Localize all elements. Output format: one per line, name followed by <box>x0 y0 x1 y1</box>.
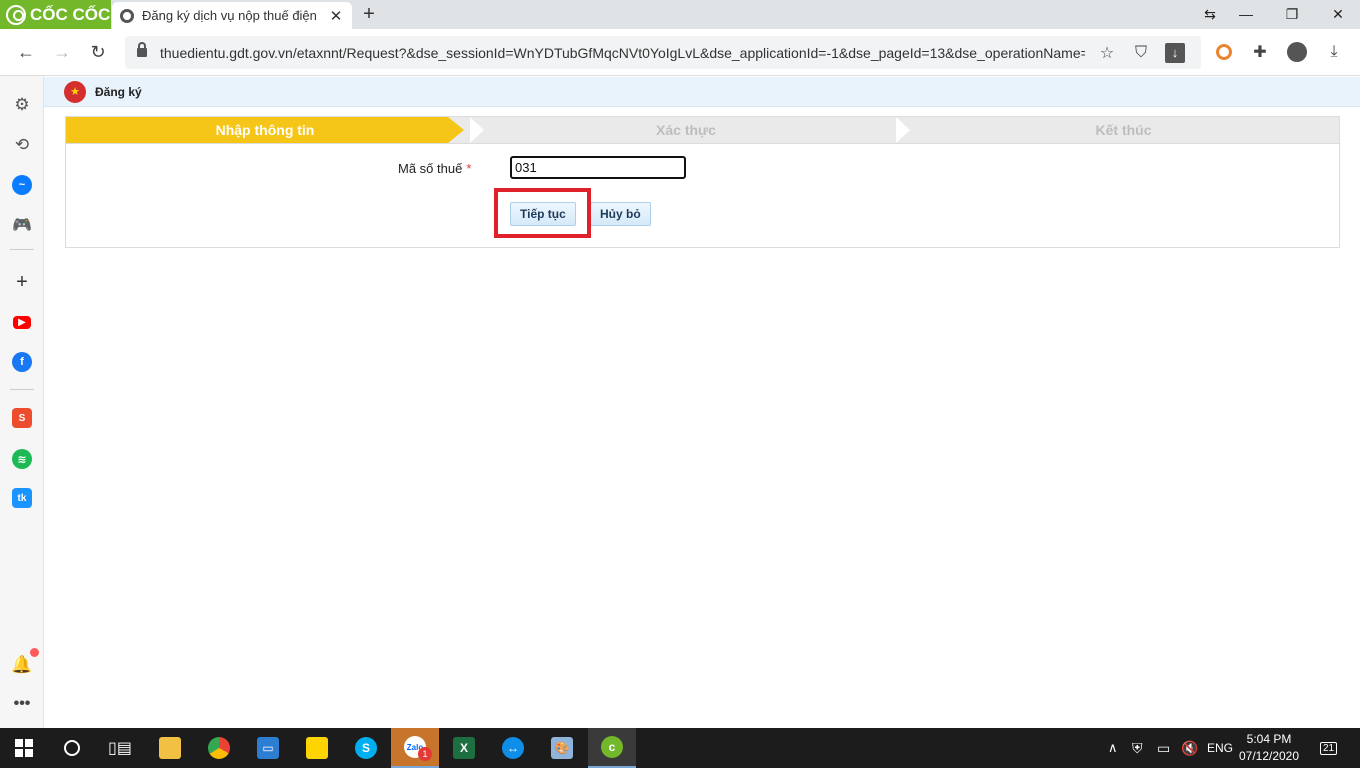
settings-gear-icon[interactable]: ⚙ <box>11 94 33 116</box>
side-panel-divider <box>10 389 34 390</box>
progress-stepper: Nhập thông tin Xác thực Kết thúc <box>65 116 1340 144</box>
chrome-icon[interactable] <box>195 728 243 768</box>
tab-title: Đăng ký dịch vụ nộp thuế điện tử <box>142 8 320 23</box>
youtube-icon[interactable]: ▶ <box>11 311 33 333</box>
window-close-button[interactable]: ✕ <box>1316 0 1360 29</box>
browser-toolbar: ← → ↻ thuedientu.gdt.gov.vn/etaxnnt/Requ… <box>0 29 1360 76</box>
minimize-button[interactable]: — <box>1224 0 1268 29</box>
coccoc-taskbar-icon[interactable]: c <box>588 728 636 768</box>
clock-time: 5:04 PM <box>1246 732 1292 746</box>
forward-arrow-icon[interactable]: → <box>50 40 74 64</box>
profile-avatar-icon[interactable] <box>1285 40 1309 64</box>
coccoc-menu-button[interactable]: CỐC CỐC <box>0 0 111 29</box>
facebook-icon[interactable]: f <box>11 351 33 373</box>
spotify-icon[interactable]: ≋ <box>11 448 33 470</box>
notification-bell-icon[interactable]: 🔔 <box>11 654 33 676</box>
tax-code-input[interactable] <box>510 156 686 179</box>
excel-icon[interactable]: X <box>440 728 488 768</box>
skype-icon[interactable]: S <box>342 728 390 768</box>
windows-taskbar: ▯▤ ▭ S Zalo 1 X ↔ 🎨 c ∧ ⛨ ▭ 🔇 ENG 5:04 P… <box>0 728 1360 768</box>
brand-label: CỐC CỐC <box>30 4 111 24</box>
history-icon[interactable]: ⟲ <box>11 134 33 156</box>
address-bar[interactable]: thuedientu.gdt.gov.vn/etaxnnt/Request?&d… <box>125 36 1201 69</box>
teamviewer-icon[interactable]: ↔ <box>489 728 537 768</box>
tax-code-label: Mã số thuế * <box>398 161 471 176</box>
tax-code-label-text: Mã số thuế <box>398 161 463 176</box>
page-title: Đăng ký <box>95 84 142 99</box>
step-finish: Kết thúc <box>1095 122 1152 138</box>
restore-button[interactable]: ❐ <box>1270 0 1314 29</box>
action-center-icon[interactable]: 21 <box>1320 728 1338 768</box>
reload-icon[interactable]: ↻ <box>86 40 110 64</box>
coccoc-extension-icon[interactable] <box>1212 40 1236 64</box>
national-emblem-icon: ★ <box>64 80 86 103</box>
task-view-icon[interactable]: ▯▤ <box>96 728 144 768</box>
tray-overflow-chevron-icon[interactable]: ∧ <box>1108 728 1118 768</box>
browser-tab-active[interactable]: Đăng ký dịch vụ nộp thuế điện tử ✕ <box>112 2 352 29</box>
lock-icon <box>137 42 147 57</box>
zalo-icon[interactable]: Zalo <box>391 728 439 768</box>
side-panel: ⚙ ⟲ ~ 🎮 + ▶ f S ≋ tk 🔔 ••• <box>0 76 44 728</box>
search-circle-icon[interactable] <box>48 728 96 768</box>
clock-date: 07/12/2020 <box>1238 749 1300 763</box>
required-mark: * <box>466 161 472 176</box>
step-verify: Xác thực <box>656 122 716 138</box>
downloads-icon[interactable]: ⤓ <box>1322 40 1346 64</box>
title-bar: CỐC CỐC Đăng ký dịch vụ nộp thuế điện tử… <box>0 0 1360 29</box>
shield-icon[interactable]: ⛉ <box>1129 41 1153 65</box>
url-text[interactable]: thuedientu.gdt.gov.vn/etaxnnt/Request?&d… <box>160 45 1085 61</box>
extensions-puzzle-icon[interactable]: ✚ <box>1248 40 1272 64</box>
coccoc-logo-icon <box>6 4 26 25</box>
notification-dot <box>30 648 39 657</box>
network-icon[interactable]: ▭ <box>1157 728 1170 768</box>
add-panel-icon[interactable]: + <box>11 271 33 293</box>
sticky-notes-icon[interactable] <box>293 728 341 768</box>
volume-muted-icon[interactable]: 🔇 <box>1181 728 1198 768</box>
page-content: ★ Đăng ký Nhập thông tin Xác thực Kết th… <box>44 76 1360 728</box>
tiki-icon[interactable]: tk <box>11 487 33 509</box>
remote-desktop-icon[interactable]: ▭ <box>244 728 292 768</box>
tray-security-icon[interactable]: ⛨ <box>1132 728 1143 768</box>
page-header: ★ Đăng ký <box>44 77 1360 107</box>
back-arrow-icon[interactable]: ← <box>14 40 38 64</box>
system-clock[interactable]: 5:04 PM 07/12/2020 <box>1236 731 1302 765</box>
cancel-button[interactable]: Hủy bỏ <box>590 202 651 226</box>
new-tab-button[interactable]: + <box>358 2 380 26</box>
shopee-icon[interactable]: S <box>11 407 33 429</box>
tab-close-icon[interactable]: ✕ <box>328 7 344 25</box>
messenger-icon[interactable]: ~ <box>11 174 33 196</box>
paint-icon[interactable]: 🎨 <box>538 728 586 768</box>
side-panel-divider <box>10 249 34 250</box>
file-explorer-icon[interactable] <box>146 728 194 768</box>
download-video-icon[interactable]: ↓ <box>1163 41 1187 65</box>
language-indicator[interactable]: ENG <box>1207 728 1233 768</box>
bookmark-star-icon[interactable]: ☆ <box>1095 41 1119 65</box>
notification-count: 21 <box>1320 741 1338 755</box>
registration-form: Mã số thuế* Tiếp tục Hủy bỏ <box>65 144 1340 248</box>
step-enter-info: Nhập thông tin <box>66 117 464 143</box>
globe-icon <box>120 8 134 23</box>
game-controller-icon[interactable]: 🎮 <box>11 214 33 236</box>
zalo-notification-badge: 1 <box>418 747 432 761</box>
more-options-icon[interactable]: ••• <box>11 693 33 715</box>
windows-start-icon[interactable] <box>0 728 48 768</box>
highlight-box <box>494 188 591 238</box>
